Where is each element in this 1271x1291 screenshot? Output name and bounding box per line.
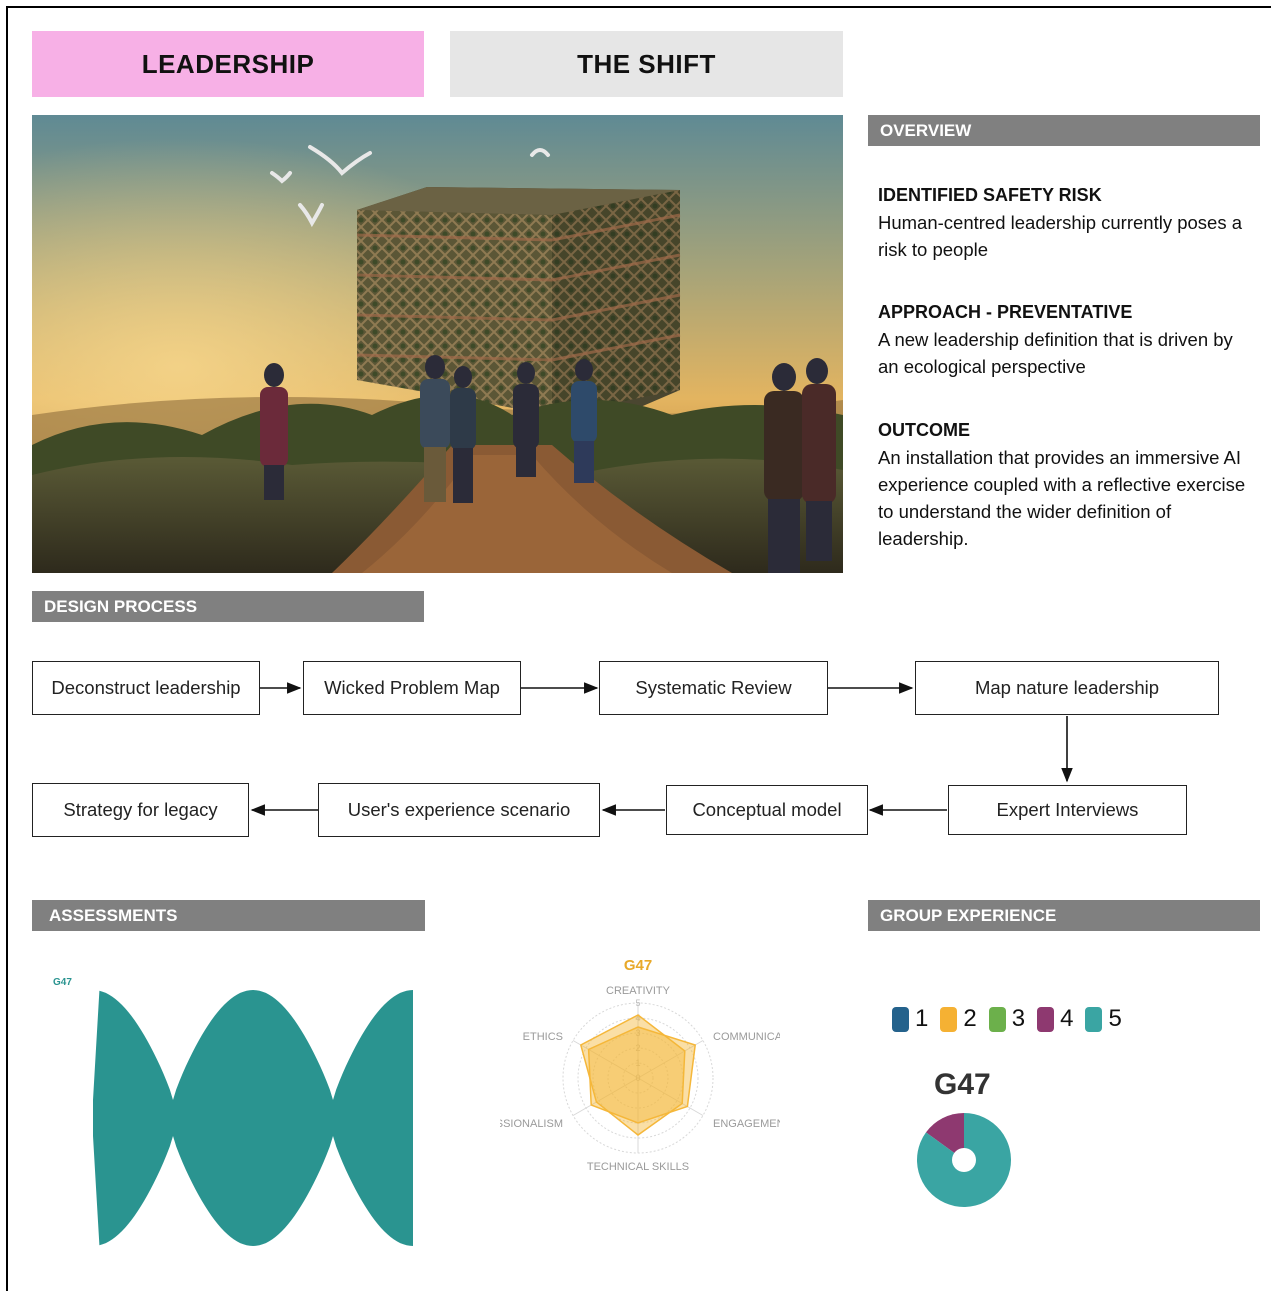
legend-label: 2: [963, 1005, 977, 1032]
wave-chart-label: G47: [53, 977, 72, 988]
donut-chart: [917, 1113, 1011, 1207]
donut-hole: [952, 1148, 976, 1172]
legend-item-5: 5: [1085, 1005, 1122, 1033]
radar-axis-label: TECHNICAL SKILLS: [587, 1161, 689, 1173]
process-step-systematic-review: Systematic Review: [599, 661, 828, 715]
legend-label: 4: [1060, 1005, 1074, 1032]
radar-axis-label: COMMUNICATION: [713, 1031, 780, 1043]
process-step-expert-interviews: Expert Interviews: [948, 785, 1187, 835]
legend-item-1: 1: [892, 1005, 928, 1033]
legend-item-2: 2: [940, 1005, 977, 1033]
legend-label: 1: [915, 1005, 929, 1032]
legend-label: 3: [1011, 1005, 1026, 1032]
process-step-users-experience-scenario: User's experience scenario: [318, 783, 600, 837]
process-arrows: [250, 682, 1073, 816]
legend-swatch: [1037, 1006, 1055, 1032]
legend-label: 5: [1108, 1005, 1122, 1032]
radar-series-polygon: [587, 1026, 697, 1124]
radar-axis-label: CREATIVITY: [606, 985, 671, 997]
group-legend: 1 2 3 4 5: [892, 1005, 1128, 1033]
process-step-strategy-for-legacy: Strategy for legacy: [32, 783, 249, 837]
legend-swatch: [1085, 1006, 1103, 1032]
process-step-deconstruct-leadership: Deconstruct leadership: [32, 661, 260, 715]
assessments-header: ASSESSMENTS: [32, 900, 425, 931]
radar-axis-label: ENGAGEMENT: [713, 1118, 780, 1130]
radar-chart: G47012345CREATIVITYCOMMUNICATIONENGAGEME…: [500, 957, 780, 1173]
process-step-wicked-problem-map: Wicked Problem Map: [303, 661, 521, 715]
legend-swatch: [940, 1006, 958, 1032]
wave-shape: [93, 990, 413, 1246]
radar-title: G47: [624, 957, 652, 974]
radar-tick-label: 5: [635, 998, 640, 1008]
legend-item-3: 3: [988, 1005, 1026, 1033]
process-step-map-nature-leadership: Map nature leadership: [915, 661, 1219, 715]
legend-item-4: 4: [1037, 1005, 1073, 1033]
group-experience-header: GROUP EXPERIENCE: [868, 900, 1260, 931]
process-step-conceptual-model: Conceptual model: [666, 785, 868, 835]
donut-title: G47: [934, 1068, 991, 1101]
legend-swatch: [988, 1006, 1006, 1032]
radar-axis-label: ETHICS: [523, 1031, 563, 1043]
wave-shape-path: [93, 990, 413, 1246]
radar-axis-label: PROFESSIONALISM: [500, 1118, 563, 1130]
legend-swatch: [892, 1006, 909, 1032]
